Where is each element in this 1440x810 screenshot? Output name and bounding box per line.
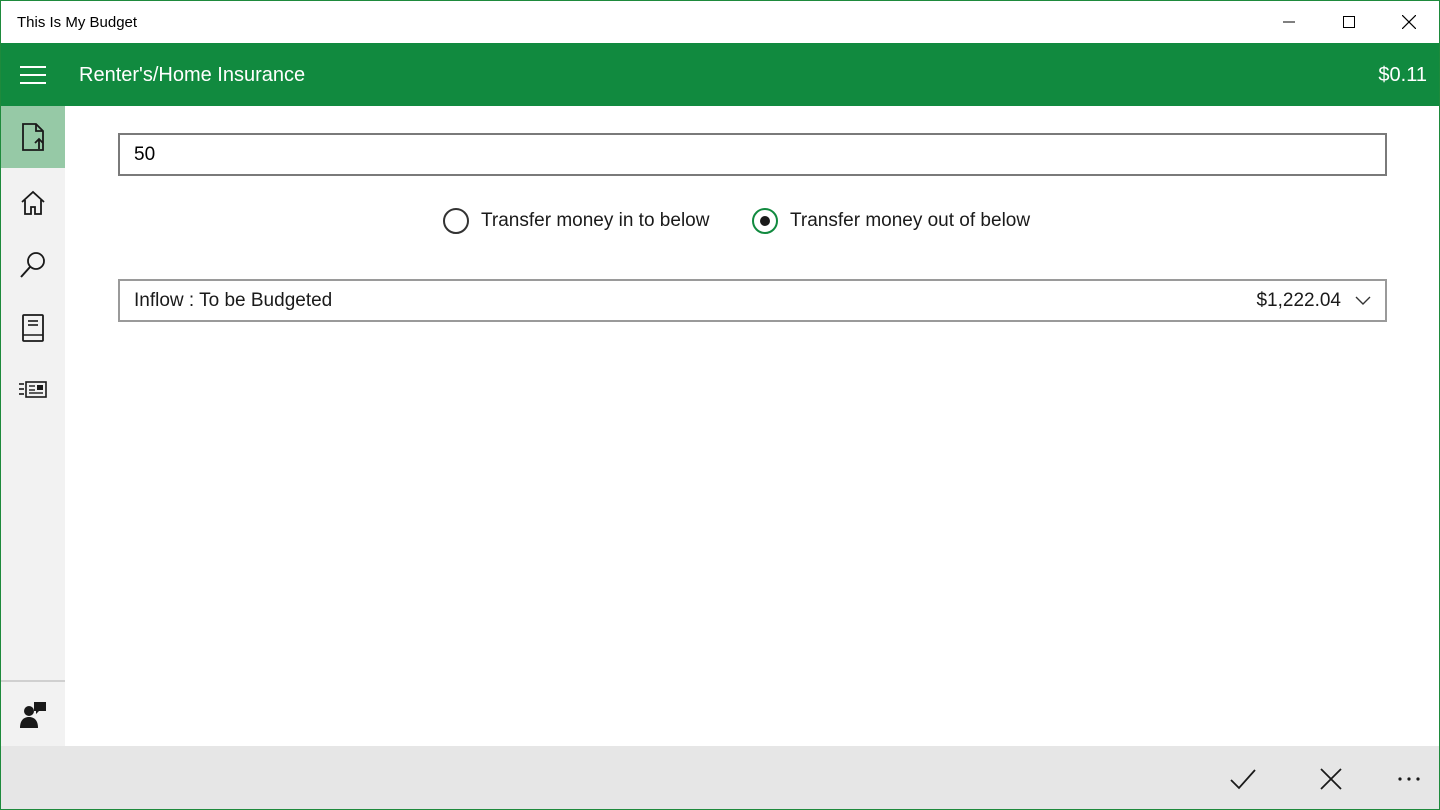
radio-transfer-in-label: Transfer money in to below xyxy=(481,210,710,231)
sidebar xyxy=(1,106,65,746)
radio-dot xyxy=(760,216,770,226)
more-button[interactable] xyxy=(1377,746,1439,809)
more-ellipsis-icon xyxy=(1398,776,1420,781)
sidebar-item-home[interactable] xyxy=(1,172,65,234)
category-dropdown-amount: $1,222.04 xyxy=(1256,289,1341,311)
checkmark-icon xyxy=(1230,768,1256,789)
book-icon xyxy=(22,314,44,342)
search-icon xyxy=(20,252,45,278)
command-bar xyxy=(1,746,1439,809)
sidebar-item-feedback[interactable] xyxy=(1,684,65,746)
window-title: This Is My Budget xyxy=(17,14,138,31)
close-icon xyxy=(1320,767,1342,790)
balance-amount: $0.11 xyxy=(1378,64,1427,86)
close-window-button[interactable] xyxy=(1379,1,1439,43)
title-bar: This Is My Budget xyxy=(1,1,1439,43)
radio-circle xyxy=(443,208,469,234)
cancel-button[interactable] xyxy=(1299,746,1363,809)
category-dropdown-label: Inflow : To be Budgeted xyxy=(134,289,333,311)
sidebar-item-book[interactable] xyxy=(1,297,65,359)
document-upload-icon xyxy=(22,123,44,151)
app-bar: Renter's/Home Insurance $0.11 xyxy=(1,43,1439,106)
app-window: This Is My Budget Renter's/Home Insuranc… xyxy=(0,0,1440,810)
maximize-icon xyxy=(1343,16,1355,28)
menu-button[interactable] xyxy=(1,43,65,106)
home-icon xyxy=(21,190,45,215)
radio-transfer-in[interactable]: Transfer money in to below xyxy=(443,205,709,237)
category-dropdown[interactable]: Inflow : To be Budgeted $1,222.04 xyxy=(118,279,1387,322)
sidebar-item-transfer[interactable] xyxy=(1,106,65,168)
close-icon xyxy=(1402,15,1416,29)
sidebar-divider xyxy=(1,680,65,682)
accept-button[interactable] xyxy=(1211,746,1275,809)
feedback-person-icon xyxy=(20,702,46,728)
sidebar-item-news[interactable] xyxy=(1,359,65,421)
sidebar-item-search[interactable] xyxy=(1,234,65,296)
radio-transfer-out-label: Transfer money out of below xyxy=(790,210,1031,231)
chevron-down-icon xyxy=(1355,296,1371,305)
hamburger-icon xyxy=(20,65,46,84)
news-list-icon xyxy=(19,381,47,398)
minimize-button[interactable] xyxy=(1259,1,1319,43)
radio-circle-checked xyxy=(752,208,778,234)
minimize-icon xyxy=(1283,21,1295,23)
amount-input[interactable] xyxy=(118,133,1387,176)
radio-transfer-out[interactable]: Transfer money out of below xyxy=(752,205,1030,237)
page-title: Renter's/Home Insurance xyxy=(79,64,306,86)
maximize-button[interactable] xyxy=(1319,1,1379,43)
